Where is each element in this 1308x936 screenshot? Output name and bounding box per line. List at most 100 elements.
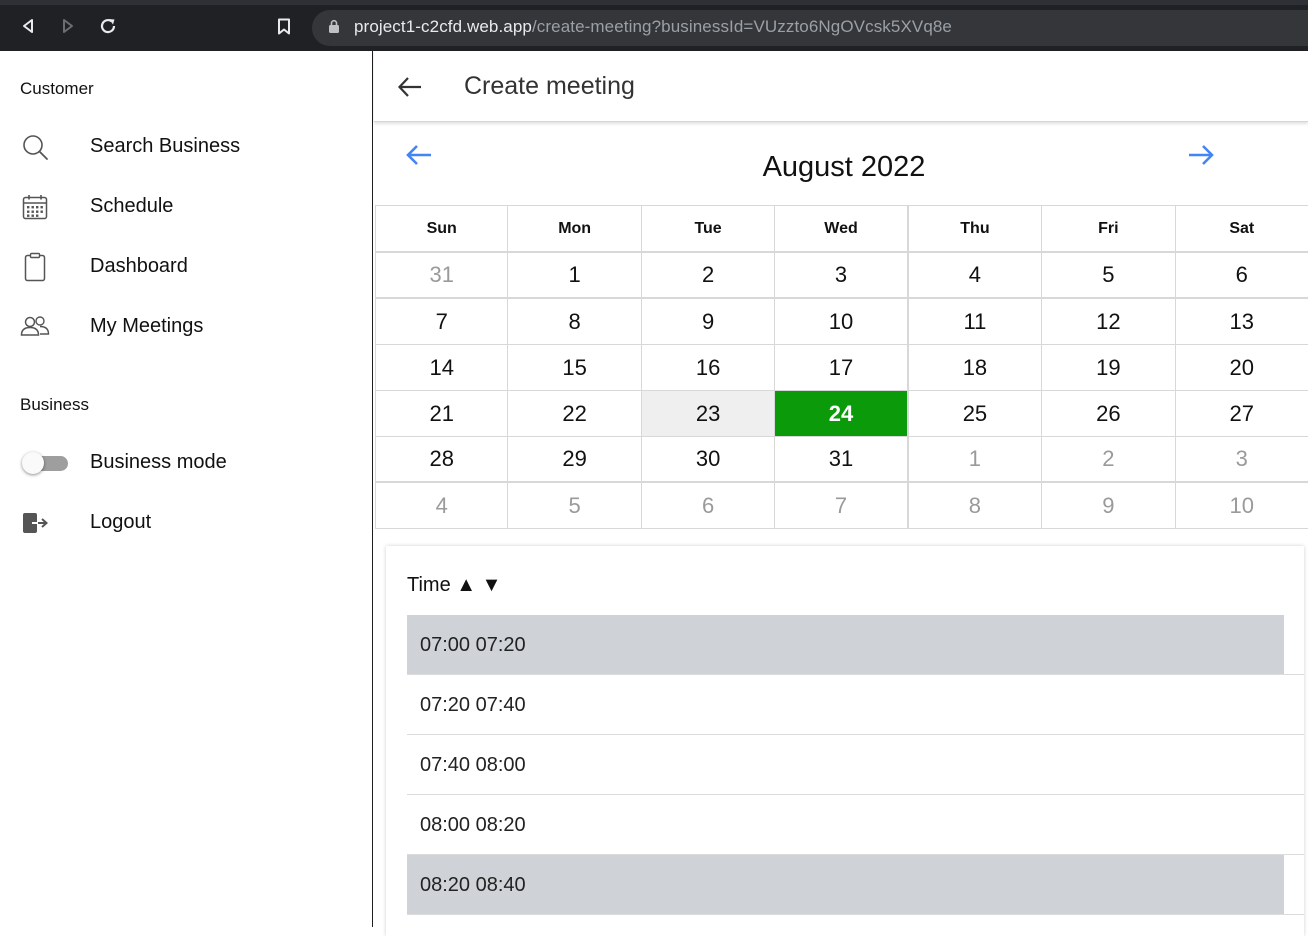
browser-toolbar: project1-c2cfd.web.app/create-meeting?bu… <box>0 0 1308 51</box>
bookmark-icon[interactable] <box>273 15 295 37</box>
calendar-day-cell[interactable]: 30 <box>642 437 776 481</box>
calendar-day-cell[interactable]: 6 <box>1176 253 1308 297</box>
calendar-day-cell[interactable]: 1 <box>909 437 1043 481</box>
calendar-grid: Sun Mon Tue Wed Thu Fri Sat 31 1 2 3 4 5… <box>375 205 1308 529</box>
back-arrow-icon[interactable] <box>396 73 424 101</box>
calendar-day-cell[interactable]: 7 <box>375 299 509 344</box>
next-month-arrow-icon[interactable] <box>1186 141 1216 169</box>
time-slot-row[interactable]: 08:20 08:40 <box>407 855 1304 915</box>
calendar-day-cell[interactable]: 19 <box>1042 345 1176 390</box>
business-mode-switch[interactable] <box>22 452 68 474</box>
calendar-day-cell[interactable]: 14 <box>375 345 509 390</box>
time-slot-label: 08:20 08:40 <box>420 874 526 896</box>
business-mode-label: Business mode <box>90 451 227 473</box>
calendar-day-cell[interactable]: 12 <box>1042 299 1176 344</box>
calendar-icon <box>20 194 50 220</box>
weekday-sat: Sat <box>1176 206 1308 251</box>
sidebar-item-label: Search Business <box>90 135 241 157</box>
calendar-day-cell[interactable]: 3 <box>775 253 909 297</box>
calendar-day-cell[interactable]: 25 <box>909 391 1043 436</box>
calendar-day-cell[interactable]: 9 <box>642 299 776 344</box>
calendar-day-cell[interactable]: 9 <box>1042 483 1176 528</box>
calendar-day-cell[interactable]: 10 <box>775 299 909 344</box>
sidebar-item-my-meetings[interactable]: My Meetings <box>0 302 372 352</box>
switch-knob <box>22 452 44 474</box>
address-url[interactable]: project1-c2cfd.web.app/create-meeting?bu… <box>354 17 952 37</box>
calendar-day-cell[interactable]: 2 <box>1042 437 1176 481</box>
sidebar: Customer Search Business Schedule Dashbo… <box>0 51 373 927</box>
weekday-fri: Fri <box>1042 206 1176 251</box>
sidebar-item-label: My Meetings <box>90 315 204 337</box>
busy-slot-fill <box>407 615 1284 674</box>
calendar-day-cell-hovered[interactable]: 23 <box>641 391 776 436</box>
calendar-day-cell-selected[interactable]: 24 <box>775 391 909 436</box>
time-slot-label: 07:20 07:40 <box>420 694 526 716</box>
sidebar-item-search-business[interactable]: Search Business <box>0 122 372 172</box>
url-path: /create-meeting?businessId=VUzzto6NgOVcs… <box>531 17 952 36</box>
sidebar-item-schedule[interactable]: Schedule <box>0 182 372 232</box>
calendar-day-cell[interactable]: 20 <box>1176 345 1308 390</box>
weekday-sun: Sun <box>375 206 509 251</box>
time-slot-row[interactable]: 07:00 07:20 <box>407 615 1304 675</box>
time-slot-row[interactable]: 07:20 07:40 <box>407 675 1304 735</box>
app-header: Create meeting <box>374 51 1308 122</box>
weekday-tue: Tue <box>642 206 776 251</box>
search-icon <box>20 134 50 160</box>
calendar-week-row: 4 5 6 7 8 9 10 <box>375 483 1308 529</box>
calendar-day-cell[interactable]: 8 <box>508 299 642 344</box>
calendar-day-cell[interactable]: 28 <box>375 437 509 481</box>
calendar-day-cell[interactable]: 11 <box>909 299 1043 344</box>
calendar-day-cell[interactable]: 10 <box>1176 483 1308 528</box>
calendar-day-cell[interactable]: 18 <box>909 345 1043 390</box>
calendar-day-cell[interactable]: 4 <box>375 483 509 528</box>
calendar-day-cell[interactable]: 27 <box>1176 391 1308 436</box>
calendar-day-cell[interactable]: 21 <box>375 391 509 436</box>
weekday-mon: Mon <box>508 206 642 251</box>
time-slot-row[interactable]: 07:40 08:00 <box>407 735 1304 795</box>
calendar-week-row: 21 22 23 24 25 26 27 <box>375 391 1308 437</box>
time-slot-table: Time ▲ ▼ 07:00 07:20 07:20 07:40 07:40 0… <box>386 546 1304 936</box>
clipboard-icon <box>20 252 50 282</box>
calendar-week-row: 31 1 2 3 4 5 6 <box>375 253 1308 299</box>
sidebar-item-label: Dashboard <box>90 255 188 277</box>
calendar-week-row: 28 29 30 31 1 2 3 <box>375 437 1308 483</box>
calendar-day-cell[interactable]: 26 <box>1042 391 1176 436</box>
customer-section-label: Customer <box>20 79 94 98</box>
calendar-day-cell[interactable]: 6 <box>642 483 776 528</box>
calendar-day-cell[interactable]: 29 <box>508 437 642 481</box>
calendar-day-cell[interactable]: 4 <box>909 253 1043 297</box>
calendar-day-cell[interactable]: 16 <box>642 345 776 390</box>
time-column-header[interactable]: Time ▲ ▼ <box>407 574 501 597</box>
calendar-day-cell[interactable]: 7 <box>775 483 909 528</box>
calendar-day-cell[interactable]: 15 <box>508 345 642 390</box>
month-label: August 2022 <box>762 151 926 183</box>
busy-slot-fill <box>407 855 1284 914</box>
main-content: Create meeting August 2022 Sun Mon Tue W… <box>374 51 1308 936</box>
time-slot-row[interactable]: 08:00 08:20 <box>407 795 1304 855</box>
page-title: Create meeting <box>464 72 635 100</box>
lock-icon[interactable] <box>323 15 345 37</box>
calendar-day-cell[interactable]: 3 <box>1176 437 1308 481</box>
browser-forward-icon[interactable] <box>57 15 79 37</box>
calendar-day-cell[interactable]: 31 <box>775 437 909 481</box>
weekday-thu: Thu <box>909 206 1043 251</box>
time-slot-label: 07:40 08:00 <box>420 754 526 776</box>
business-mode-toggle-row[interactable]: Business mode <box>0 438 372 488</box>
browser-reload-icon[interactable] <box>97 15 119 37</box>
sidebar-item-logout[interactable]: Logout <box>0 498 372 548</box>
calendar-day-cell[interactable]: 31 <box>375 253 509 297</box>
business-section-label: Business <box>20 395 89 414</box>
sidebar-item-dashboard[interactable]: Dashboard <box>0 242 372 292</box>
calendar-day-cell[interactable]: 1 <box>508 253 642 297</box>
time-slot-label: 08:00 08:20 <box>420 814 526 836</box>
calendar-day-cell[interactable]: 22 <box>508 391 642 436</box>
calendar-day-cell[interactable]: 5 <box>1042 253 1176 297</box>
url-host: project1-c2cfd.web.app <box>354 17 532 36</box>
browser-back-icon[interactable] <box>17 15 39 37</box>
calendar-day-cell[interactable]: 8 <box>909 483 1043 528</box>
calendar-day-cell[interactable]: 2 <box>642 253 776 297</box>
calendar-day-cell[interactable]: 13 <box>1176 299 1308 344</box>
calendar-day-cell[interactable]: 17 <box>775 345 909 390</box>
calendar-day-cell[interactable]: 5 <box>508 483 642 528</box>
logout-icon <box>20 510 50 536</box>
